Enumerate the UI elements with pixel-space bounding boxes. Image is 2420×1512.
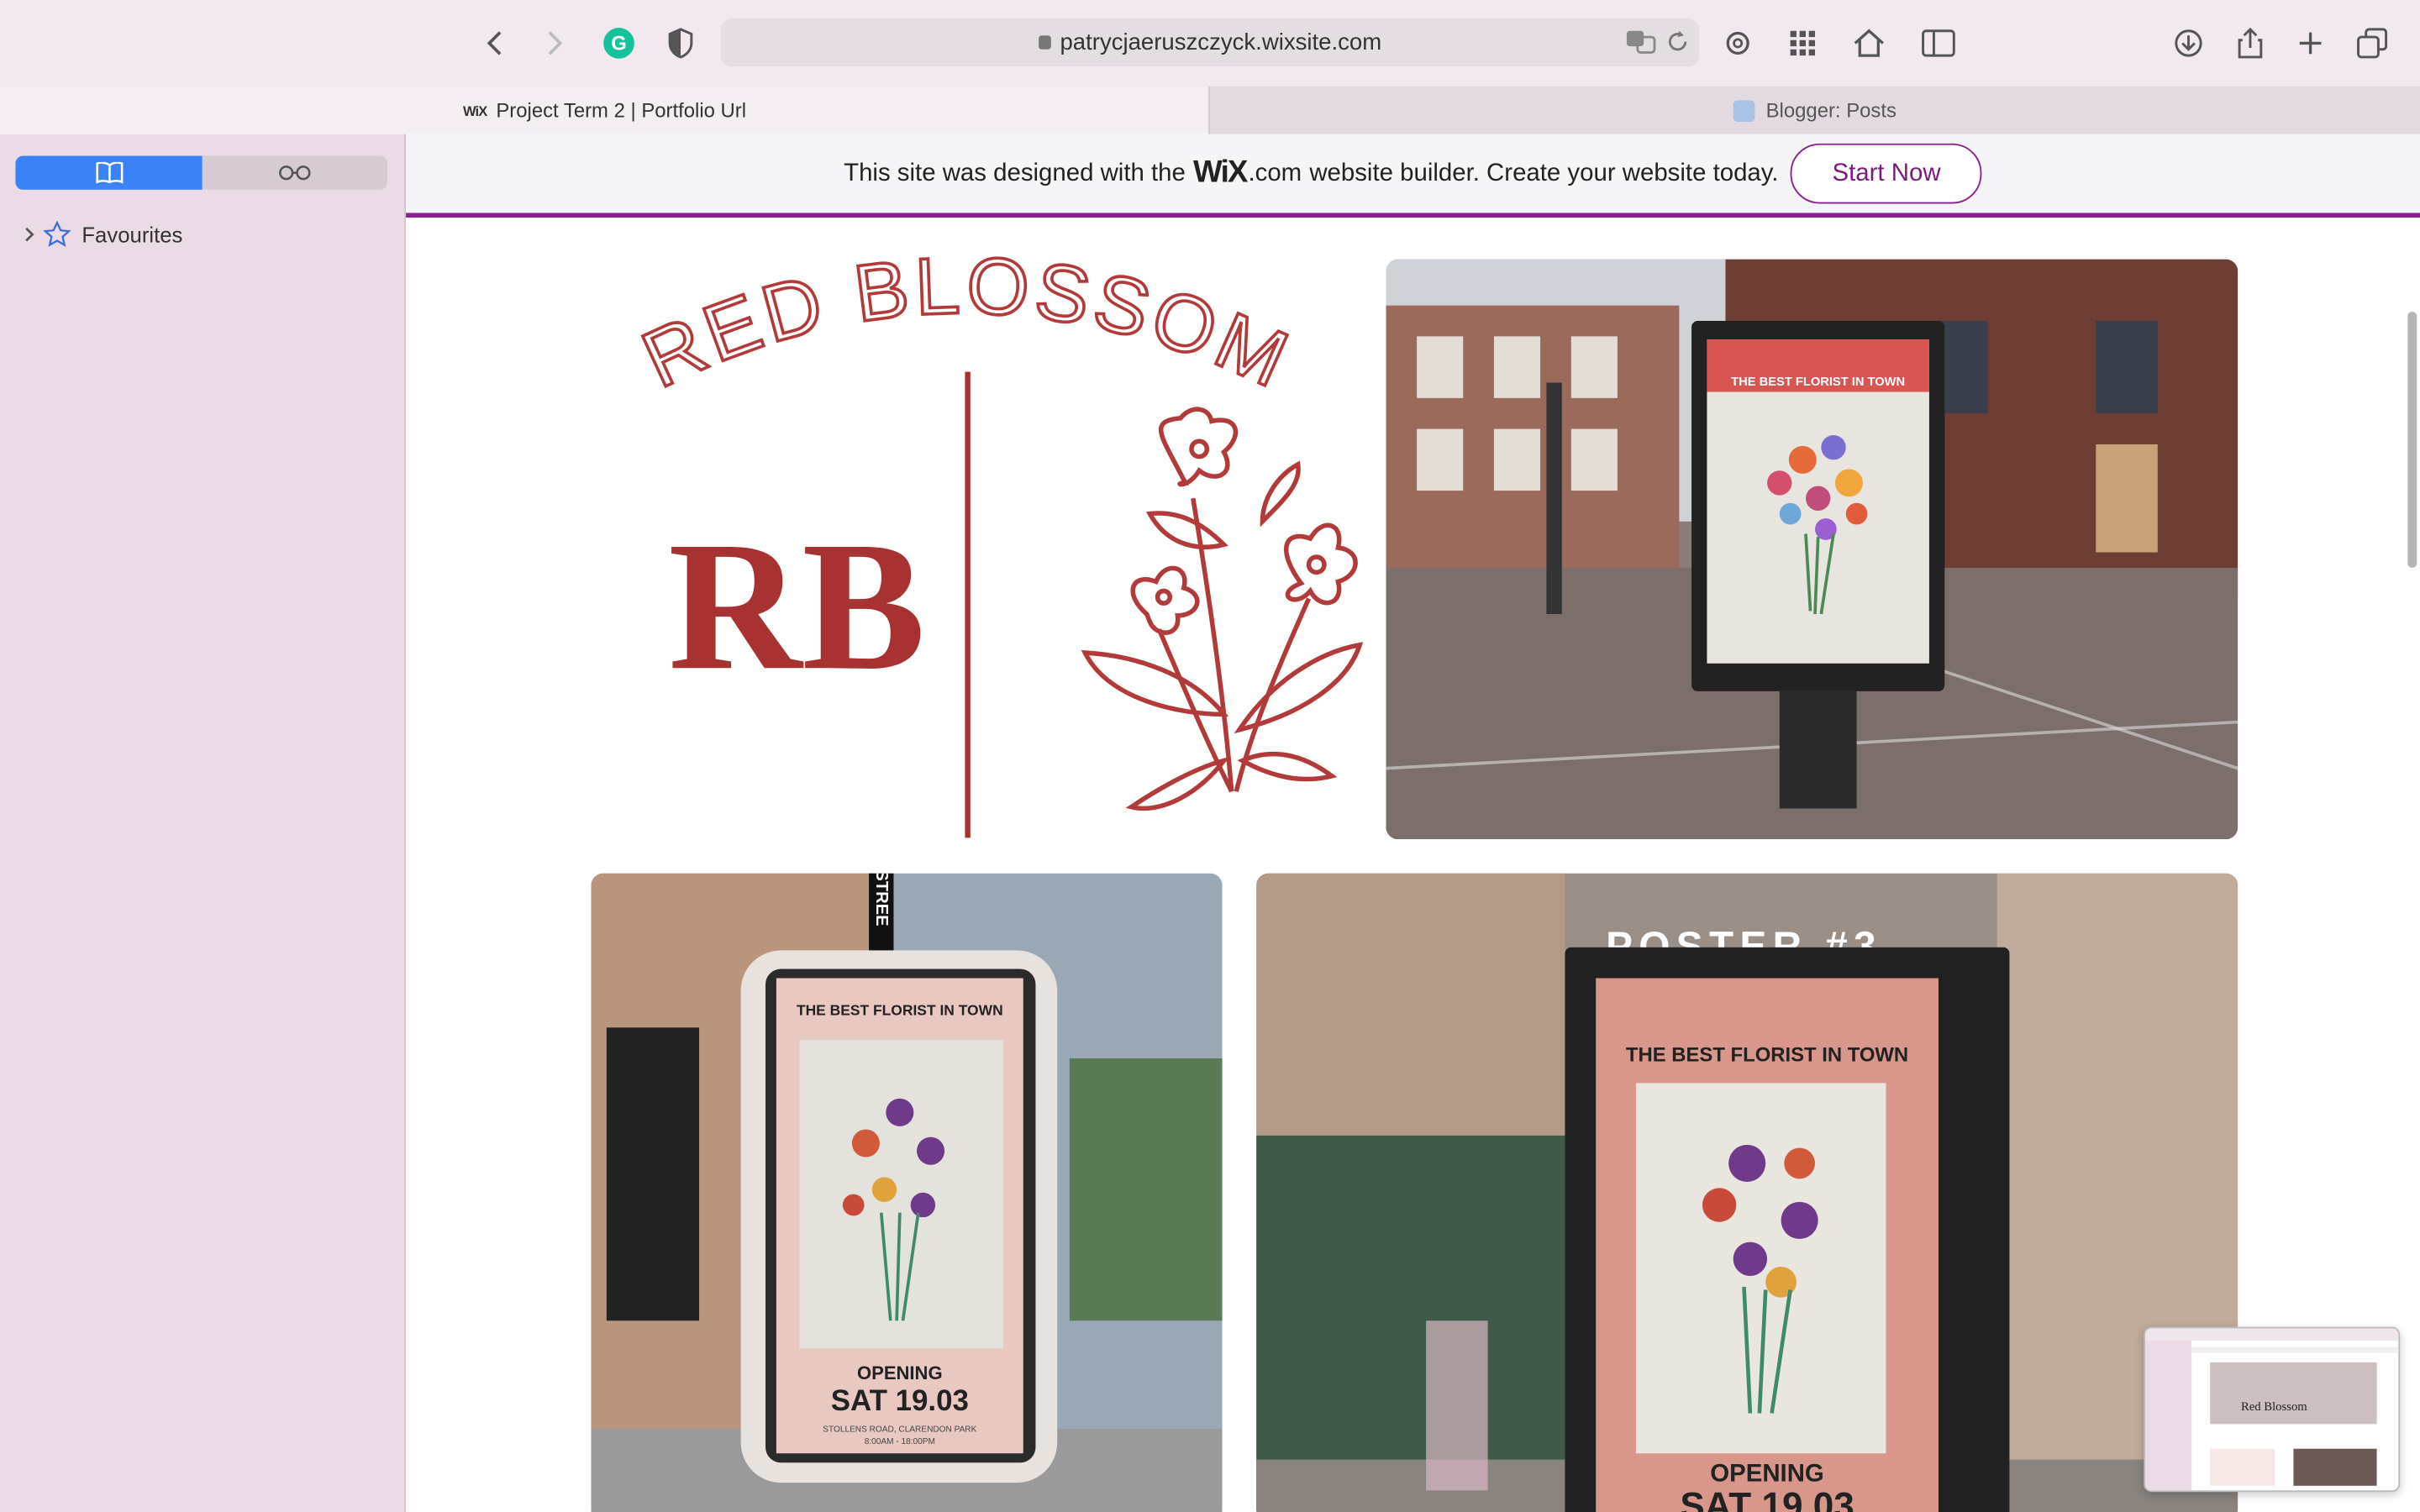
- downloads-icon[interactable]: [2167, 22, 2210, 65]
- street-billboard-image: THE BEST FLORIST IN TOWN: [1386, 259, 2238, 840]
- wix-promo-banner: This site was designed with the WiX .com…: [406, 134, 2420, 218]
- new-tab-plus-icon[interactable]: [2289, 22, 2332, 65]
- poster-opening: OPENING: [857, 1362, 943, 1383]
- home-icon[interactable]: [1848, 22, 1891, 65]
- logo-monogram: RB: [668, 503, 925, 708]
- back-icon[interactable]: [474, 22, 517, 65]
- browser-toolbar: G patrycjaeruszczyck.wixsite.com: [0, 0, 2420, 88]
- bookmarks-tab[interactable]: [15, 155, 203, 190]
- poster-3-headline: THE BEST FLORIST IN TOWN: [1626, 1044, 1908, 1067]
- page-scrollbar[interactable]: [2407, 312, 2417, 568]
- tab-blogger-posts[interactable]: Blogger: Posts: [1210, 86, 2420, 134]
- translate-icon[interactable]: [1625, 29, 1656, 62]
- start-now-button[interactable]: Start Now: [1791, 143, 1982, 204]
- red-blossom-logo: RED BLOSSOM RB: [629, 251, 1364, 838]
- lock-icon: [1038, 35, 1051, 50]
- settings-gear-icon[interactable]: [1716, 22, 1759, 65]
- poster-3-image: POSTER #3 THE BEST FLORIST IN TOWN OPENI…: [1256, 873, 2238, 1512]
- svg-text:G: G: [611, 33, 627, 55]
- url-text: patrycjaeruszczyck.wixsite.com: [1060, 29, 1382, 56]
- blogger-favicon-icon: [1733, 99, 1755, 122]
- book-icon: [95, 161, 123, 184]
- poster-date: SAT 19.03: [831, 1384, 969, 1417]
- tab-project-term[interactable]: WiX Project Term 2 | Portfolio Url: [0, 86, 1210, 134]
- web-content: This site was designed with the WiX .com…: [406, 134, 2420, 1512]
- poster-3-opening: OPENING: [1710, 1459, 1823, 1487]
- street-sign-text: STREE: [872, 874, 891, 927]
- forward-icon[interactable]: [533, 22, 576, 65]
- street-poster-photo[interactable]: STREE THE BEST FLORIST IN TOWN OPENING S…: [591, 873, 1223, 1512]
- tab-label: Project Term 2 | Portfolio Url: [496, 98, 747, 123]
- tab-overview-icon[interactable]: [2350, 22, 2393, 65]
- favourites-label: Favourites: [82, 222, 183, 247]
- billboard-headline: THE BEST FLORIST IN TOWN: [1731, 375, 1905, 389]
- street-billboard-photo[interactable]: THE BEST FLORIST IN TOWN: [1386, 259, 2238, 840]
- star-icon: [43, 220, 71, 247]
- poster-3-date: SAT 19.03: [1680, 1485, 1854, 1512]
- reading-list-tab[interactable]: [203, 156, 387, 190]
- wix-logo-suffix: .com: [1248, 160, 1302, 186]
- chevron-right-icon[interactable]: [22, 225, 37, 244]
- poster-headline: THE BEST FLORIST IN TOWN: [797, 1002, 1003, 1019]
- wix-logo: WiX: [1193, 155, 1248, 190]
- banner-text-before: This site was designed with the: [844, 160, 1186, 186]
- poster-address: STOLLENS ROAD, CLARENDON PARK: [823, 1425, 976, 1434]
- reload-icon[interactable]: [1665, 29, 1690, 62]
- red-blossom-logo-tile[interactable]: RED BLOSSOM RB: [576, 251, 1375, 841]
- poster-3-photo[interactable]: POSTER #3 THE BEST FLORIST IN TOWN OPENI…: [1256, 873, 2238, 1512]
- glasses-icon: [279, 165, 311, 181]
- favourites-folder[interactable]: Favourites: [22, 220, 183, 249]
- sidebar-segmented-control: [15, 155, 388, 190]
- banner-text-after: website builder. Create your website tod…: [1309, 160, 1779, 186]
- flower-illustration-icon: [1081, 407, 1364, 811]
- poster-hours: 8:00AM - 18:00PM: [865, 1437, 935, 1446]
- share-icon[interactable]: [2228, 22, 2271, 65]
- privacy-shield-icon[interactable]: [659, 22, 702, 65]
- tab-bar: WiX Project Term 2 | Portfolio Url Blogg…: [0, 86, 2420, 134]
- grammarly-extension-icon[interactable]: G: [597, 22, 640, 65]
- street-poster-image: STREE THE BEST FLORIST IN TOWN OPENING S…: [591, 873, 1223, 1512]
- wix-favicon-icon: WiX: [463, 102, 487, 118]
- apps-grid-icon[interactable]: [1781, 22, 1824, 65]
- thumbnail-label: Red Blossom: [2240, 1399, 2307, 1414]
- address-bar[interactable]: patrycjaeruszczyck.wixsite.com: [720, 18, 1700, 66]
- window-thumbnail-preview[interactable]: Red Blossom: [2144, 1326, 2401, 1493]
- sidebar-toggle-icon[interactable]: [1917, 22, 1960, 65]
- bookmarks-sidebar: Favourites: [0, 134, 407, 1512]
- tab-label: Blogger: Posts: [1765, 98, 1897, 123]
